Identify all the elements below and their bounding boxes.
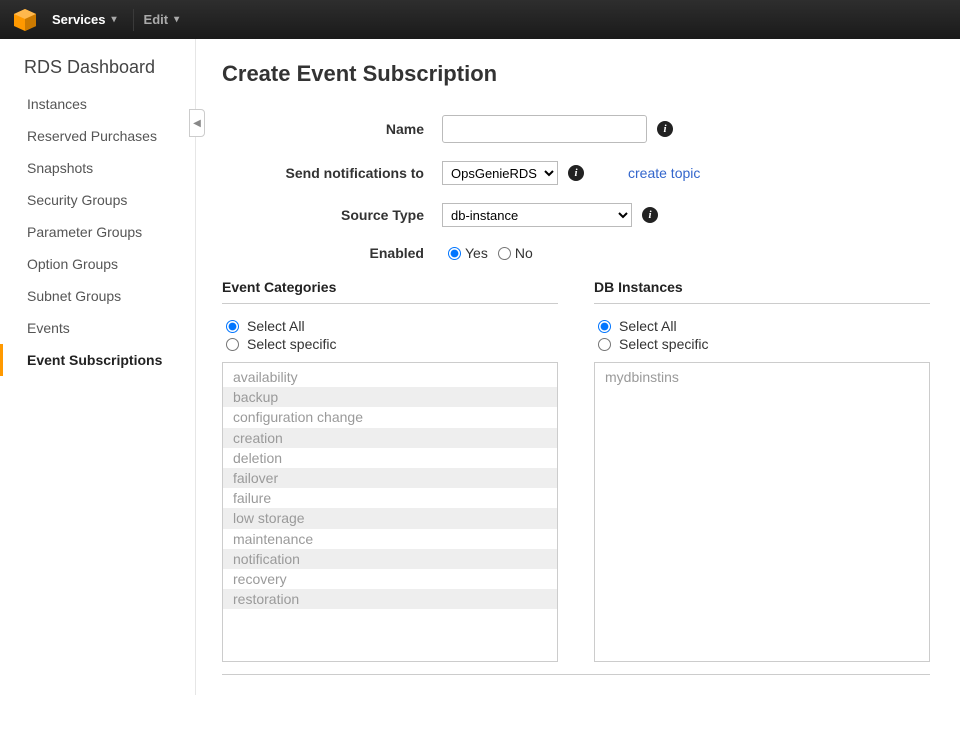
enabled-no-label: No bbox=[515, 245, 533, 261]
enabled-yes-label: Yes bbox=[465, 245, 488, 261]
enabled-no-radio[interactable] bbox=[498, 247, 511, 260]
list-item[interactable]: mydbinstins bbox=[595, 367, 929, 387]
info-icon[interactable]: i bbox=[642, 207, 658, 223]
event-categories-panel: Event Categories Select All Select speci… bbox=[222, 279, 558, 662]
sidebar-item[interactable]: Event Subscriptions bbox=[0, 344, 195, 376]
sidebar-item[interactable]: Option Groups bbox=[0, 248, 195, 280]
list-item[interactable]: availability bbox=[223, 367, 557, 387]
list-item[interactable]: deletion bbox=[223, 448, 557, 468]
enabled-label: Enabled bbox=[222, 245, 442, 261]
list-item[interactable]: creation bbox=[223, 428, 557, 448]
services-menu[interactable]: Services ▾ bbox=[52, 12, 117, 27]
sidebar-item[interactable]: Security Groups bbox=[0, 184, 195, 216]
name-label: Name bbox=[222, 121, 442, 137]
sidebar-item[interactable]: Subnet Groups bbox=[0, 280, 195, 312]
sidebar-item[interactable]: Events bbox=[0, 312, 195, 344]
ec-select-all-radio[interactable] bbox=[226, 320, 239, 333]
info-icon[interactable]: i bbox=[657, 121, 673, 137]
db-select-specific-label: Select specific bbox=[619, 336, 708, 352]
source-type-select[interactable]: db-instance bbox=[442, 203, 632, 227]
list-item[interactable]: backup bbox=[223, 387, 557, 407]
footer-divider bbox=[222, 674, 930, 675]
edit-menu[interactable]: Edit ▾ bbox=[144, 12, 180, 27]
notify-select[interactable]: OpsGenieRDS bbox=[442, 161, 558, 185]
sidebar-title: RDS Dashboard bbox=[0, 53, 195, 88]
db-select-specific-row[interactable]: Select specific bbox=[598, 336, 930, 352]
sidebar-item[interactable]: Snapshots bbox=[0, 152, 195, 184]
list-item[interactable]: low storage bbox=[223, 508, 557, 528]
list-item[interactable]: configuration change bbox=[223, 407, 557, 427]
notify-label: Send notifications to bbox=[222, 165, 442, 181]
page-title: Create Event Subscription bbox=[222, 61, 930, 87]
main-content: Create Event Subscription Name i Send no… bbox=[195, 39, 960, 695]
top-nav: Services ▾ Edit ▾ bbox=[0, 0, 960, 39]
sidebar: ◀ RDS Dashboard InstancesReserved Purcha… bbox=[0, 39, 195, 695]
ec-select-all-label: Select All bbox=[247, 318, 305, 334]
db-select-all-radio[interactable] bbox=[598, 320, 611, 333]
ec-select-all-row[interactable]: Select All bbox=[226, 318, 558, 334]
sidebar-item[interactable]: Parameter Groups bbox=[0, 216, 195, 248]
db-instances-panel: DB Instances Select All Select specific … bbox=[594, 279, 930, 662]
aws-logo-icon[interactable] bbox=[12, 7, 38, 33]
db-select-all-label: Select All bbox=[619, 318, 677, 334]
db-instances-title: DB Instances bbox=[594, 279, 930, 304]
ec-select-specific-radio[interactable] bbox=[226, 338, 239, 351]
source-type-label: Source Type bbox=[222, 207, 442, 223]
event-categories-title: Event Categories bbox=[222, 279, 558, 304]
db-select-specific-radio[interactable] bbox=[598, 338, 611, 351]
ec-select-specific-row[interactable]: Select specific bbox=[226, 336, 558, 352]
list-item[interactable]: maintenance bbox=[223, 529, 557, 549]
ec-select-specific-label: Select specific bbox=[247, 336, 336, 352]
sidebar-item[interactable]: Instances bbox=[0, 88, 195, 120]
services-label: Services bbox=[52, 12, 106, 27]
list-item[interactable]: restoration bbox=[223, 589, 557, 609]
list-item[interactable]: failure bbox=[223, 488, 557, 508]
db-select-all-row[interactable]: Select All bbox=[598, 318, 930, 334]
event-categories-listbox[interactable]: availabilitybackupconfiguration changecr… bbox=[222, 362, 558, 662]
create-topic-link[interactable]: create topic bbox=[628, 165, 700, 181]
edit-label: Edit bbox=[144, 12, 169, 27]
info-icon[interactable]: i bbox=[568, 165, 584, 181]
list-item[interactable]: recovery bbox=[223, 569, 557, 589]
list-item[interactable]: failover bbox=[223, 468, 557, 488]
nav-separator bbox=[133, 9, 134, 31]
chevron-down-icon: ▾ bbox=[112, 14, 117, 25]
chevron-down-icon: ▾ bbox=[174, 14, 179, 25]
enabled-yes-radio[interactable] bbox=[448, 247, 461, 260]
collapse-sidebar-button[interactable]: ◀ bbox=[189, 109, 205, 137]
db-instances-listbox[interactable]: mydbinstins bbox=[594, 362, 930, 662]
name-input[interactable] bbox=[442, 115, 647, 143]
list-item[interactable]: notification bbox=[223, 549, 557, 569]
sidebar-item[interactable]: Reserved Purchases bbox=[0, 120, 195, 152]
